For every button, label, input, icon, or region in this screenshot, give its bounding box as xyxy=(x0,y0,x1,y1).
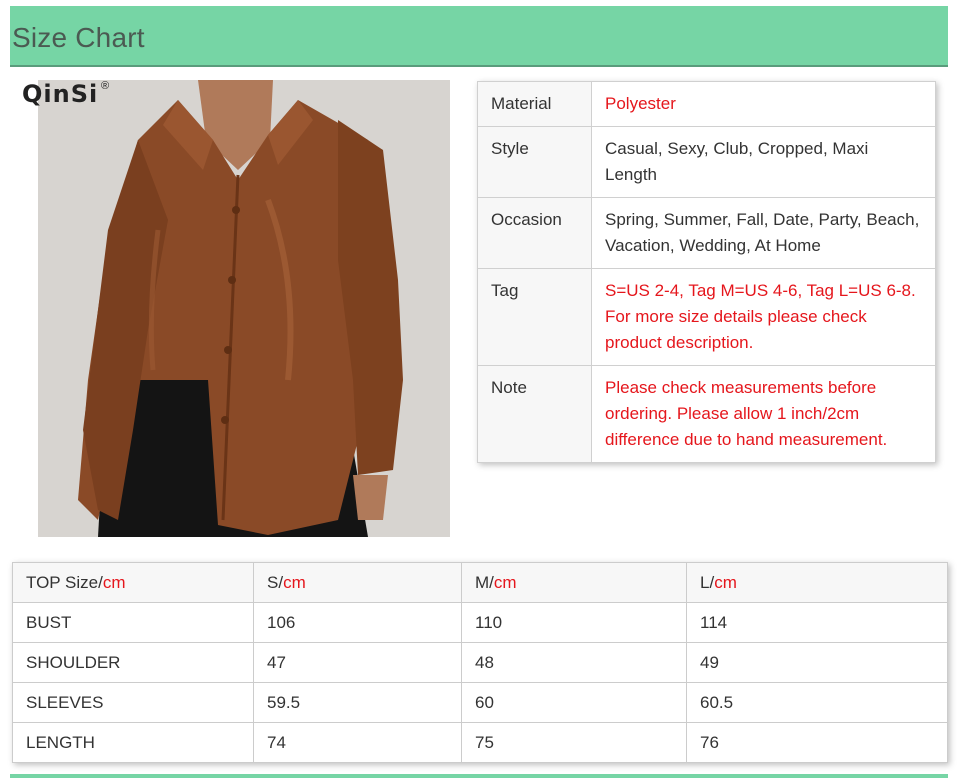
size-header-row: TOP Size/cm S/cm M/cm L/cm xyxy=(12,562,948,603)
info-row: Style Casual, Sexy, Club, Cropped, Maxi L… xyxy=(477,126,936,198)
info-row: Occasion Spring, Summer, Fall, Date, Part… xyxy=(477,197,936,269)
info-row: Tag S=US 2-4, Tag M=US 4-6, Tag L=US 6-8.… xyxy=(477,268,936,366)
table-row: SHOULDER 47 48 49 xyxy=(12,642,948,683)
size-chart-header: Size Chart xyxy=(10,6,948,67)
page-title: Size Chart xyxy=(12,22,145,53)
product-info-table: Material Polyester Style Casual, Sexy, Club… xyxy=(477,81,936,463)
info-value-line: S=US 2-4, Tag M=US 4-6, Tag L=US 6-8. xyxy=(605,281,916,300)
info-value-line: Polyester xyxy=(605,94,676,113)
info-value-line: Casual, Sexy, Club, Cropped, Maxi Length xyxy=(605,139,869,184)
info-value-line: product description. xyxy=(605,333,754,352)
measurement-value: 49 xyxy=(686,642,948,683)
info-value: Please check measurements before ordering… xyxy=(591,365,936,463)
size-unit: cm xyxy=(714,573,737,592)
product-photo xyxy=(38,80,450,537)
brand-logo: QinSi xyxy=(22,80,99,108)
table-row: LENGTH 74 75 76 xyxy=(12,722,948,763)
registered-mark: ® xyxy=(101,80,110,92)
measurement-name: BUST xyxy=(12,602,254,643)
measurement-value: 75 xyxy=(461,722,687,763)
size-unit: cm xyxy=(493,573,517,592)
info-label: Note xyxy=(477,365,592,463)
measurement-value: 48 xyxy=(461,642,687,683)
table-row: SLEEVES 59.5 60 60.5 xyxy=(12,682,948,723)
info-value-line: Spring, Summer, Fall, Date, Party, Beach… xyxy=(605,210,920,229)
info-value: Casual, Sexy, Club, Cropped, Maxi Length xyxy=(591,126,936,198)
measurement-name: SLEEVES xyxy=(12,682,254,723)
size-header-label: L/ xyxy=(700,573,715,592)
size-header-label: TOP Size/ xyxy=(26,573,103,592)
info-label: Style xyxy=(477,126,592,198)
info-label: Material xyxy=(477,81,592,127)
size-header-cell: M/cm xyxy=(461,562,687,603)
info-value-line: Please check measurements before xyxy=(605,378,877,397)
info-row: Note Please check measurements before orde… xyxy=(477,365,936,463)
info-value-line: Vacation, Wedding, At Home xyxy=(605,236,821,255)
measurement-name: SHOULDER xyxy=(12,642,254,683)
info-value-line: For more size details please check xyxy=(605,307,867,326)
measurement-value: 76 xyxy=(686,722,948,763)
measurement-value: 106 xyxy=(253,602,462,643)
info-label: Tag xyxy=(477,268,592,366)
size-unit: cm xyxy=(283,573,306,592)
info-label: Occasion xyxy=(477,197,592,269)
blouse-illustration xyxy=(38,80,450,537)
info-value-line: ordering. Please allow 1 inch/2cm xyxy=(605,404,860,423)
measurement-value: 74 xyxy=(253,722,462,763)
measurement-value: 47 xyxy=(253,642,462,683)
measurement-value: 60.5 xyxy=(686,682,948,723)
size-table: TOP Size/cm S/cm M/cm L/cm BUST 106 110 114 SHOU… xyxy=(12,562,948,763)
size-header-cell: S/cm xyxy=(253,562,462,603)
size-header-cell: TOP Size/cm xyxy=(12,562,254,603)
footer-bar xyxy=(10,774,948,778)
measurement-value: 59.5 xyxy=(253,682,462,723)
size-header-cell: L/cm xyxy=(686,562,948,603)
measurement-name: LENGTH xyxy=(12,722,254,763)
info-row: Material Polyester xyxy=(477,81,936,127)
table-row: BUST 106 110 114 xyxy=(12,602,948,643)
info-value-line: difference due to hand measurement. xyxy=(605,430,888,449)
size-header-label: M/ xyxy=(475,573,494,592)
info-value: S=US 2-4, Tag M=US 4-6, Tag L=US 6-8. For… xyxy=(591,268,936,366)
measurement-value: 60 xyxy=(461,682,687,723)
size-header-label: S/ xyxy=(267,573,284,592)
size-unit: cm xyxy=(102,573,126,592)
info-value: Polyester xyxy=(591,81,936,127)
info-value: Spring, Summer, Fall, Date, Party, Beach… xyxy=(591,197,936,269)
measurement-value: 114 xyxy=(686,602,948,643)
measurement-value: 110 xyxy=(461,602,687,643)
